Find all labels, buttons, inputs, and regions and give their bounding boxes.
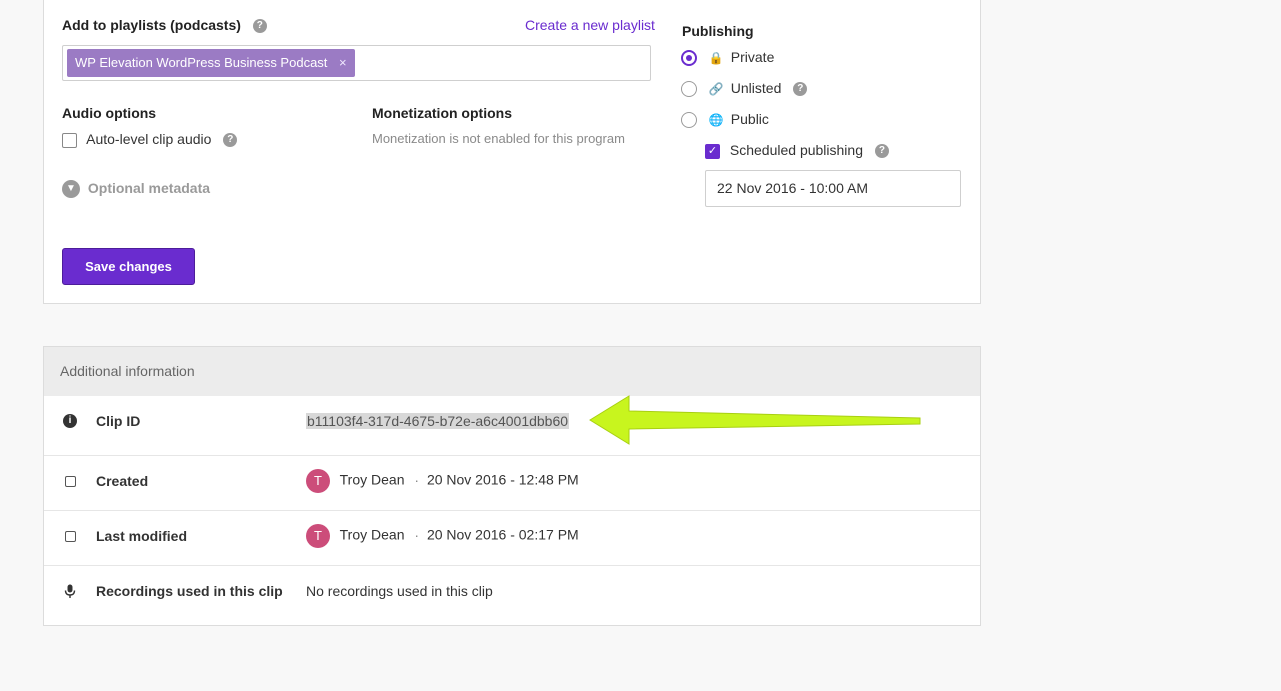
- publish-private-option[interactable]: 🔒 Private: [681, 49, 774, 67]
- created-value: T Troy Dean · 20 Nov 2016 - 12:48 PM: [306, 469, 579, 493]
- scheduled-checkbox[interactable]: ✓: [705, 143, 720, 159]
- last-modified-label: Last modified: [96, 528, 188, 544]
- help-icon[interactable]: ?: [223, 133, 238, 148]
- annotation-arrow-icon: [589, 395, 921, 445]
- help-icon[interactable]: ?: [793, 82, 808, 97]
- calendar-icon: [65, 476, 76, 487]
- last-modified-row: Last modified T Troy Dean · 20 Nov 2016 …: [44, 511, 980, 566]
- create-playlist-link[interactable]: Create a new playlist: [525, 17, 655, 33]
- last-modified-value: T Troy Dean · 20 Nov 2016 - 02:17 PM: [306, 524, 579, 548]
- recordings-label: Recordings used in this clip: [96, 583, 283, 599]
- save-button[interactable]: Save changes: [62, 248, 195, 285]
- avatar: T: [306, 469, 330, 493]
- private-radio[interactable]: [681, 50, 697, 67]
- optional-metadata-toggle[interactable]: ▼ Optional metadata: [62, 180, 210, 199]
- help-icon[interactable]: ?: [252, 19, 267, 34]
- auto-level-checkbox[interactable]: [62, 132, 77, 148]
- publish-unlisted-option[interactable]: 🔗 Unlisted ?: [681, 80, 808, 98]
- remove-tag-icon[interactable]: ×: [339, 55, 347, 70]
- publish-public-option[interactable]: 🌐 Public: [681, 111, 769, 129]
- microphone-icon: [63, 584, 77, 598]
- created-label: Created: [96, 473, 149, 489]
- additional-info-card: Additional information i Clip ID b11103f…: [43, 346, 981, 626]
- monetization-note: Monetization is not enabled for this pro…: [372, 131, 625, 146]
- scheduled-date-input[interactable]: 22 Nov 2016 - 10:00 AM: [705, 170, 961, 207]
- clip-settings-card: Add to playlists (podcasts) ? Create a n…: [43, 0, 981, 304]
- calendar-icon: [65, 531, 76, 542]
- created-row: Created T Troy Dean · 20 Nov 2016 - 12:4…: [44, 456, 980, 511]
- info-icon: i: [63, 414, 77, 428]
- monetization-label: Monetization options: [372, 105, 512, 121]
- playlist-input[interactable]: WP Elevation WordPress Business Podcast …: [62, 45, 651, 81]
- recordings-row: Recordings used in this clip No recordin…: [44, 566, 980, 626]
- recordings-value: No recordings used in this clip: [306, 583, 493, 599]
- scheduled-publishing-option: ✓ Scheduled publishing ?: [705, 142, 889, 159]
- playlists-label: Add to playlists (podcasts) ?: [62, 17, 267, 34]
- auto-level-option: Auto-level clip audio ?: [62, 131, 238, 148]
- playlist-tag: WP Elevation WordPress Business Podcast …: [67, 49, 355, 77]
- audio-options-label: Audio options: [62, 105, 157, 121]
- publishing-label: Publishing: [682, 23, 754, 39]
- avatar: T: [306, 524, 330, 548]
- chevron-down-icon: ▼: [62, 180, 80, 199]
- globe-icon: 🌐: [708, 113, 724, 128]
- clip-id-label: Clip ID: [96, 413, 141, 429]
- link-icon: 🔗: [708, 82, 724, 97]
- help-icon[interactable]: ?: [874, 144, 889, 159]
- public-radio[interactable]: [681, 112, 697, 129]
- lock-icon: 🔒: [708, 51, 724, 66]
- additional-info-header: Additional information: [44, 347, 980, 396]
- unlisted-radio[interactable]: [681, 81, 697, 98]
- clip-id-value[interactable]: b11103f4-317d-4675-b72e-a6c4001dbb60: [306, 413, 570, 429]
